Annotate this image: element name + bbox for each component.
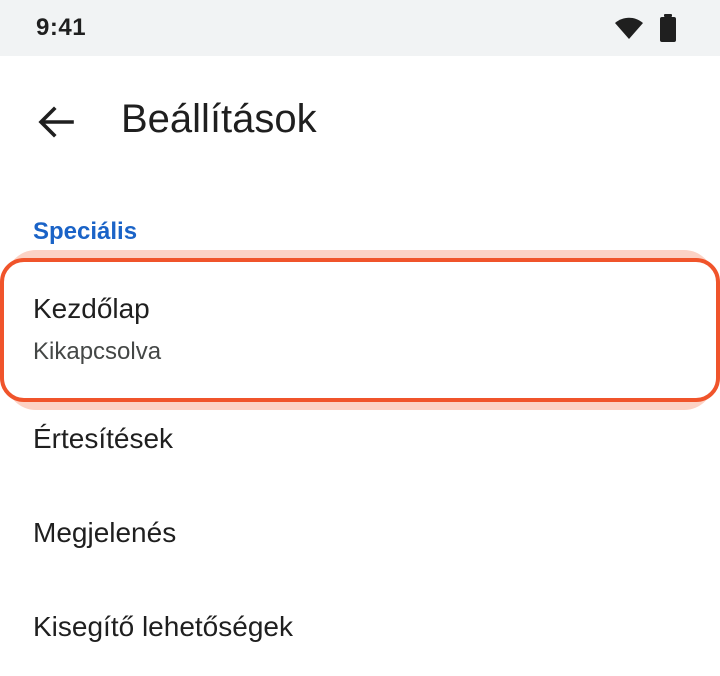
wifi-icon	[615, 17, 643, 39]
status-bar: 9:41	[0, 0, 720, 56]
section-header: Speciális	[33, 218, 138, 245]
settings-item-kisegito[interactable]: Kisegítő lehetőségek	[0, 598, 720, 676]
back-button[interactable]	[28, 96, 84, 148]
settings-item-megjelenes[interactable]: Megjelenés	[0, 504, 720, 584]
settings-item-subtitle: Kikapcsolva	[33, 338, 162, 365]
settings-item-title: Kisegítő lehetőségek	[33, 611, 293, 642]
status-time: 9:41	[36, 14, 87, 41]
settings-item-title: Értesítések	[33, 423, 174, 454]
settings-item-title: Kezdőlap	[33, 293, 150, 324]
arrow-left-icon	[38, 106, 74, 138]
battery-icon	[660, 14, 676, 42]
page-title: Beállítások	[121, 97, 317, 141]
settings-item-kezdolap[interactable]	[0, 258, 720, 402]
settings-item-ertesitesek[interactable]: Értesítések	[0, 410, 720, 490]
settings-item-title: Megjelenés	[33, 517, 177, 548]
